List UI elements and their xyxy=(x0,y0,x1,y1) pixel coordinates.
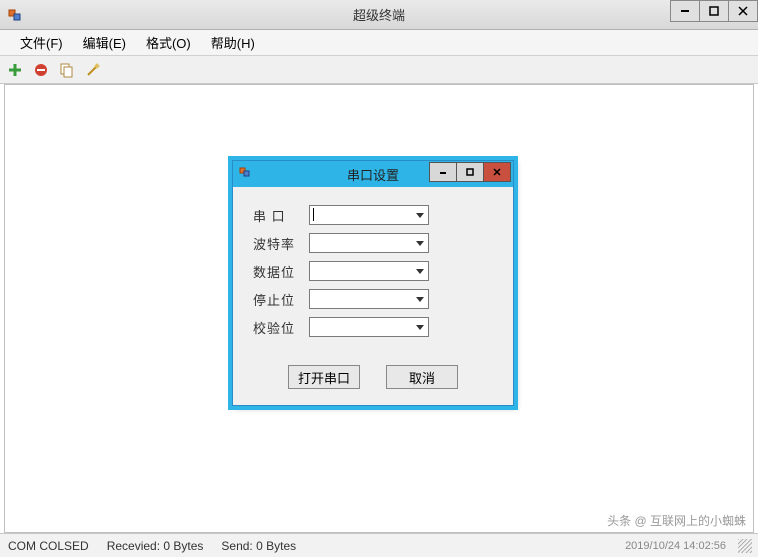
parity-label: 校验位 xyxy=(253,318,309,337)
status-sent: Send: 0 Bytes xyxy=(221,539,296,553)
databits-label: 数据位 xyxy=(253,262,309,281)
dialog-close-button[interactable] xyxy=(483,162,511,182)
toolbar xyxy=(0,56,758,84)
status-connection: COM COLSED xyxy=(8,539,89,553)
dialog-title: 串口设置 xyxy=(347,165,399,184)
dialog-maximize-button[interactable] xyxy=(456,162,484,182)
copy-icon[interactable] xyxy=(58,61,76,79)
remove-icon[interactable] xyxy=(32,61,50,79)
stopbits-combo[interactable] xyxy=(309,289,429,309)
status-timestamp: 2019/10/24 14:02:56 xyxy=(625,540,726,552)
clear-icon[interactable] xyxy=(84,61,102,79)
close-button[interactable] xyxy=(728,0,758,22)
menu-file[interactable]: 文件(F) xyxy=(10,33,73,52)
parity-combo[interactable] xyxy=(309,317,429,337)
window-controls xyxy=(671,0,758,22)
main-titlebar: 超级终端 xyxy=(0,0,758,30)
minimize-button[interactable] xyxy=(670,0,700,22)
port-label: 串 口 xyxy=(253,206,309,225)
serial-settings-dialog: 串口设置 串 口 波特率 数据位 停止位 校验位 打开串口 xyxy=(232,160,514,406)
add-icon[interactable] xyxy=(6,61,24,79)
maximize-button[interactable] xyxy=(699,0,729,22)
menubar: 文件(F) 编辑(E) 格式(O) 帮助(H) xyxy=(0,30,758,56)
statusbar: COM COLSED Recevied: 0 Bytes Send: 0 Byt… xyxy=(0,533,758,557)
baud-label: 波特率 xyxy=(253,234,309,253)
status-received: Recevied: 0 Bytes xyxy=(107,539,204,553)
databits-combo[interactable] xyxy=(309,261,429,281)
dialog-titlebar[interactable]: 串口设置 xyxy=(233,161,513,187)
window-title: 超级终端 xyxy=(353,5,405,24)
menu-help[interactable]: 帮助(H) xyxy=(201,33,265,52)
cancel-button[interactable]: 取消 xyxy=(386,365,458,389)
menu-edit[interactable]: 编辑(E) xyxy=(73,33,136,52)
open-port-button[interactable]: 打开串口 xyxy=(288,365,360,389)
baud-combo[interactable] xyxy=(309,233,429,253)
app-icon xyxy=(8,7,24,23)
resize-grip[interactable] xyxy=(738,539,752,553)
port-combo[interactable] xyxy=(309,205,429,225)
dialog-app-icon xyxy=(239,165,253,184)
stopbits-label: 停止位 xyxy=(253,290,309,309)
watermark-text: 头条 @ 互联网上的小蜘蛛 xyxy=(607,512,746,529)
menu-format[interactable]: 格式(O) xyxy=(136,33,201,52)
dialog-minimize-button[interactable] xyxy=(429,162,457,182)
